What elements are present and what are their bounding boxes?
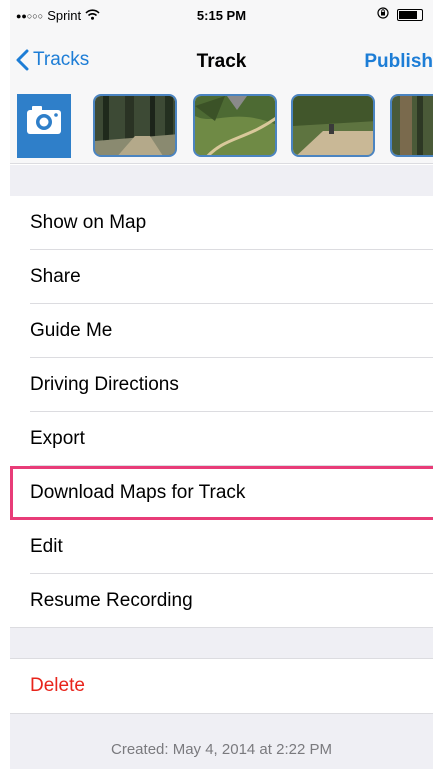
app-screen: ●●○○○ Sprint 5:15 PM Tracks Track Publis… xyxy=(10,0,433,769)
delete-button[interactable]: Delete xyxy=(10,658,433,714)
photo-strip[interactable] xyxy=(10,94,433,164)
created-date-text: Created: May 4, 2014 at 2:22 PM xyxy=(111,741,332,758)
battery-icon xyxy=(397,8,423,21)
guide-me-item[interactable]: Guide Me xyxy=(10,304,433,358)
share-item[interactable]: Share xyxy=(10,250,433,304)
created-footer: Created: May 4, 2014 at 2:22 PM xyxy=(10,714,433,769)
photo-thumbnail[interactable] xyxy=(93,94,177,157)
export-item[interactable]: Export xyxy=(10,412,433,466)
status-right xyxy=(377,7,423,22)
status-time: 5:15 PM xyxy=(196,8,247,23)
show-on-map-item[interactable]: Show on Map xyxy=(10,196,433,250)
edit-item[interactable]: Edit xyxy=(10,520,433,574)
download-maps-item[interactable]: Download Maps for Track xyxy=(10,466,433,520)
track-actions-list: Show on Map Share Guide Me Driving Direc… xyxy=(10,196,433,628)
photo-thumbnail[interactable] xyxy=(291,94,375,157)
publish-button[interactable]: Publish xyxy=(364,51,433,73)
camera-icon xyxy=(27,106,61,134)
orientation-lock-icon xyxy=(377,7,389,22)
left-margin xyxy=(0,0,10,769)
photo-thumbnail[interactable] xyxy=(193,94,277,157)
resume-recording-item[interactable]: Resume Recording xyxy=(10,574,433,628)
driving-directions-item[interactable]: Driving Directions xyxy=(10,358,433,412)
photo-thumbnail[interactable] xyxy=(390,94,433,157)
section-separator xyxy=(10,628,433,658)
status-bar: ●●○○○ Sprint 5:15 PM xyxy=(10,0,433,30)
navigation-bar: Tracks Track Publish xyxy=(10,30,433,94)
add-photo-button[interactable] xyxy=(17,94,71,158)
section-separator xyxy=(10,165,433,196)
